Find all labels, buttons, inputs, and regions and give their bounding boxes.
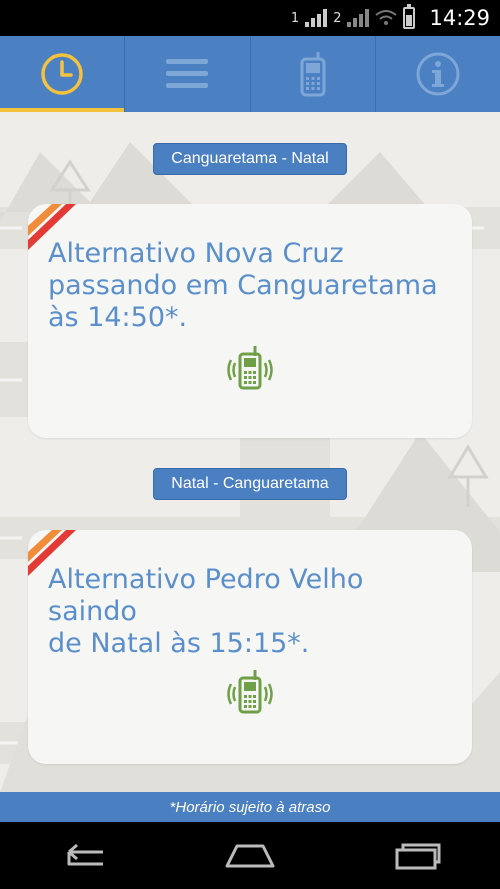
- info-icon: [416, 52, 460, 96]
- sim1-label: 1: [290, 10, 300, 26]
- menu-icon: [166, 59, 209, 88]
- tab-menu[interactable]: [125, 36, 251, 112]
- tab-info[interactable]: [376, 36, 500, 112]
- schedule-card-1[interactable]: Alternativo Nova Cruz passando em Cangua…: [28, 204, 472, 438]
- back-icon: [67, 843, 104, 865]
- schedule-card-2[interactable]: Alternativo Pedro Velho saindo de Natal …: [28, 530, 472, 764]
- back-button[interactable]: [43, 831, 123, 881]
- sim2-label: 2: [333, 10, 342, 26]
- call-phone-icon[interactable]: [222, 344, 278, 400]
- status-bar: 1 2 14:29: [0, 0, 500, 36]
- system-nav-bar: [0, 822, 500, 889]
- call-phone-icon[interactable]: [222, 668, 278, 724]
- card-1-text: Alternativo Nova Cruz passando em Cangua…: [48, 238, 456, 334]
- schedule-content: Canguaretama - Natal Alternativo Nova Cr…: [0, 112, 500, 792]
- card-1-line-1: Alternativo Nova Cruz: [48, 238, 344, 269]
- route-label-1: Canguaretama - Natal: [153, 143, 347, 175]
- card-1-line-3: às 14:50*.: [48, 302, 188, 333]
- route-label-2: Natal - Canguaretama: [153, 468, 347, 500]
- top-nav: [0, 36, 500, 112]
- tab-phone[interactable]: [251, 36, 376, 112]
- card-2-text: Alternativo Pedro Velho saindo de Natal …: [48, 564, 456, 660]
- phone-icon: [300, 52, 326, 97]
- card-2-line-2: de Natal às 15:15*.: [48, 628, 310, 659]
- footer-note: *Horário sujeito à atraso: [0, 792, 500, 822]
- card-1-line-2: passando em Canguaretama: [48, 270, 438, 301]
- recent-apps-button[interactable]: [377, 831, 457, 881]
- tab-schedule[interactable]: [0, 36, 126, 112]
- clock-time: 14:29: [429, 6, 490, 30]
- signal-icon-2: [347, 9, 370, 27]
- wifi-off-icon: [375, 10, 398, 25]
- battery-icon: [403, 4, 416, 29]
- recent-apps-icon: [395, 843, 441, 869]
- card-2-line-1: Alternativo Pedro Velho saindo: [48, 564, 364, 627]
- signal-icon: [305, 9, 328, 27]
- clock-icon: [41, 53, 83, 95]
- home-button[interactable]: [210, 831, 290, 881]
- home-icon: [225, 844, 275, 867]
